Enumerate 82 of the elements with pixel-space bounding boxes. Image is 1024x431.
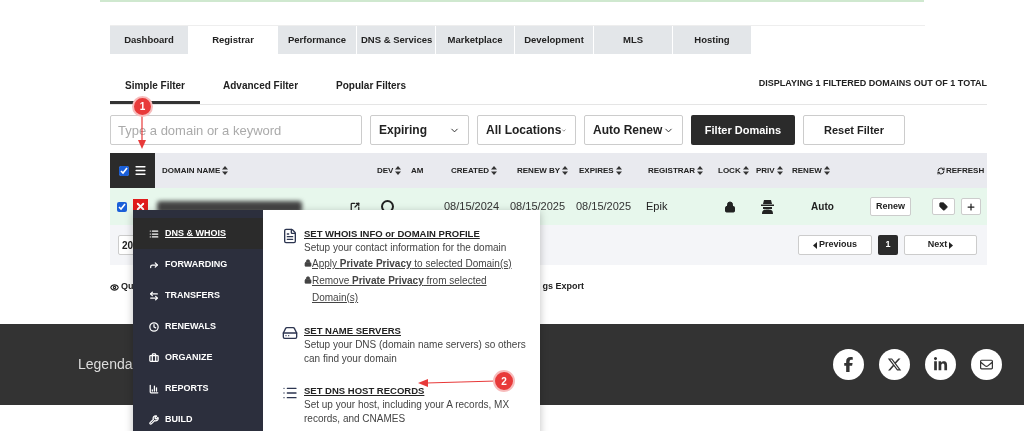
column-header[interactable]: LOCK <box>718 164 749 177</box>
left-caret-icon <box>813 241 817 249</box>
expires-date: 08/15/2025 <box>575 199 633 215</box>
renew-button[interactable]: Renew <box>870 197 911 216</box>
menu-section-title[interactable]: SET WHOIS INFO or DOMAIN PROFILE <box>304 227 526 241</box>
lock-icon <box>724 200 736 213</box>
main-tab[interactable]: Dashboard <box>110 26 188 54</box>
main-tab[interactable]: Performance <box>278 26 356 54</box>
menu-item[interactable]: BUILD <box>133 404 263 431</box>
registrar-name: Epik <box>645 199 669 215</box>
plus-icon <box>966 201 976 212</box>
select-all-checkbox[interactable] <box>118 165 129 176</box>
menu-section-description: Set up your host, including your A records, MX records, and CNAMES <box>304 398 511 426</box>
menu-item-icon <box>149 383 159 394</box>
document-icon <box>282 228 298 244</box>
filter-dropdown[interactable]: Expiring <box>370 115 469 145</box>
column-header[interactable]: RENEW BY <box>517 164 569 177</box>
menu-item-icon <box>149 414 159 425</box>
add-button[interactable] <box>961 198 981 215</box>
linkedin-icon[interactable] <box>925 349 956 380</box>
created-date: 08/15/2024 <box>443 199 501 215</box>
previous-button[interactable]: Previous <box>798 235 872 255</box>
privacy-link[interactable]: Apply Private Privacy to selected Domain(s) <box>304 255 526 272</box>
column-header[interactable]: RENEW <box>792 164 830 177</box>
result-summary: DISPLAYING 1 FILTERED DOMAINS OUT OF 1 TOTAL <box>758 77 987 90</box>
lock-icon <box>304 259 312 267</box>
row-checkbox[interactable] <box>117 201 127 212</box>
menu-item-icon <box>149 352 159 363</box>
menu-item-icon <box>149 321 159 332</box>
filter-tab[interactable]: Popular Filters <box>321 70 422 104</box>
menu-item[interactable]: DNS & WHOIS <box>133 218 263 249</box>
mail-icon[interactable] <box>971 349 1002 380</box>
refresh-icon <box>937 166 945 175</box>
main-tab[interactable]: Hosting <box>673 26 751 54</box>
main-tab[interactable]: MLS <box>594 26 672 54</box>
close-icon <box>135 201 146 212</box>
filter-tab[interactable]: Advanced Filter <box>208 70 314 104</box>
menu-section-description: Setup your contact information for the domain <box>304 241 508 255</box>
menu-icon[interactable] <box>133 164 147 177</box>
main-tab[interactable]: DNS & Services <box>357 26 435 54</box>
spy-icon <box>760 199 774 214</box>
drive-icon <box>282 325 298 341</box>
privacy-link[interactable]: Remove Private Privacy from selected Domain(s) <box>304 272 526 306</box>
menu-item[interactable]: RENEWALS <box>133 311 263 342</box>
reset-filter-button[interactable]: Reset Filter <box>803 115 905 145</box>
right-caret-icon <box>949 241 954 249</box>
main-tab[interactable]: Development <box>515 26 593 54</box>
next-button[interactable]: Next <box>904 235 977 255</box>
menu-section-description: Setup your DNS (domain name servers) so others can find your domain <box>304 338 526 366</box>
menu-item-icon <box>149 228 159 239</box>
lock-icon <box>304 276 312 284</box>
column-header[interactable]: PRIV <box>756 164 783 177</box>
export-link[interactable]: gs Export <box>542 280 584 294</box>
filter-domains-button[interactable]: Filter Domains <box>691 115 795 145</box>
footer-text: Legenda <box>78 355 133 374</box>
tag-button[interactable] <box>932 198 955 215</box>
step-badge: 1 <box>132 96 153 117</box>
facebook-icon[interactable] <box>833 349 864 380</box>
x-icon[interactable] <box>879 349 910 380</box>
menu-item[interactable]: ORGANIZE <box>133 342 263 373</box>
menu-item[interactable]: REPORTS <box>133 373 263 404</box>
column-header[interactable]: EXPIRES <box>579 164 622 177</box>
quick-link[interactable]: Qu <box>121 280 134 294</box>
menu-item[interactable]: TRANSFERS <box>133 280 263 311</box>
renew-status: Auto <box>811 200 834 214</box>
tag-icon <box>939 202 948 211</box>
main-tab[interactable]: Marketplace <box>436 26 514 54</box>
column-header: AM <box>411 164 424 177</box>
list-icon <box>282 385 298 401</box>
filter-dropdown[interactable]: All Locations <box>477 115 576 145</box>
menu-section-title[interactable]: SET NAME SERVERS <box>304 324 526 338</box>
column-header[interactable]: DOMAIN NAME <box>162 164 229 177</box>
menu-item-icon <box>149 290 159 301</box>
renew-by-date: 08/15/2025 <box>509 199 567 215</box>
refresh-link[interactable]: REFRESH <box>937 164 985 177</box>
page-button[interactable]: 1 <box>878 235 898 255</box>
eye-icon <box>110 282 119 292</box>
column-header[interactable]: CREATED <box>451 164 498 177</box>
menu-item-icon <box>149 259 159 270</box>
filter-dropdown[interactable]: Auto Renew <box>584 115 683 145</box>
column-header[interactable]: REGISTRAR <box>648 164 704 177</box>
column-header[interactable]: DEV <box>377 164 402 177</box>
